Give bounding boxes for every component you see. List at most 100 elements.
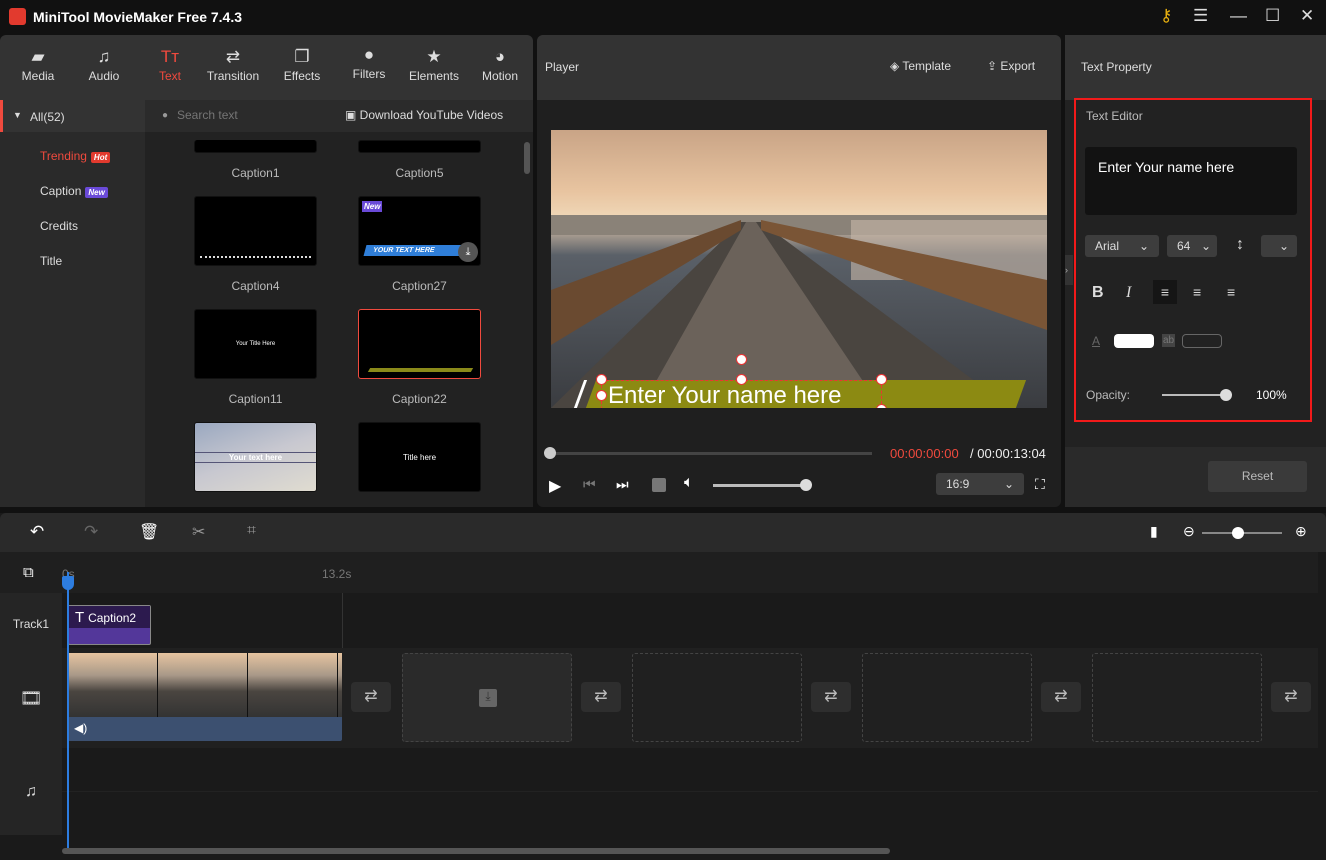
transition-slot-button[interactable]: ⇄ xyxy=(351,682,391,712)
text-color-swatch[interactable] xyxy=(1114,334,1154,348)
close-icon[interactable]: ✕ xyxy=(1300,6,1314,26)
align-left-button[interactable]: ≡ xyxy=(1153,280,1177,304)
play-icon[interactable]: ▶ xyxy=(549,476,561,496)
category-trending[interactable]: Trending Hot xyxy=(40,149,111,163)
drop-slot[interactable] xyxy=(862,653,1032,742)
video-clip[interactable]: ◀) xyxy=(68,653,342,741)
overlay-text[interactable]: Enter Your name here xyxy=(608,382,842,408)
zoom-in-icon[interactable]: ⊕ xyxy=(1295,523,1307,540)
zoom-out-icon[interactable]: ⊖ xyxy=(1183,523,1195,540)
template-thumb[interactable] xyxy=(358,140,481,153)
seek-bar[interactable] xyxy=(549,452,872,455)
fit-zoom-icon[interactable]: ▮ xyxy=(1150,523,1158,540)
maximize-icon[interactable]: ☐ xyxy=(1265,6,1280,26)
template-thumb[interactable]: Title here xyxy=(358,422,481,492)
add-track-icon[interactable]: ⧉ xyxy=(23,564,34,581)
opacity-slider[interactable] xyxy=(1162,394,1224,396)
app-logo xyxy=(9,8,26,25)
tab-effects[interactable]: ❐ Effects xyxy=(272,47,332,83)
tab-transition[interactable]: ⇄ Transition xyxy=(203,47,263,83)
clip-volume-icon[interactable]: ◀) xyxy=(74,721,87,735)
font-select[interactable]: Arial ⌄ xyxy=(1085,235,1159,257)
category-credits[interactable]: Credits xyxy=(40,219,78,233)
transition-slot-button[interactable]: ⇄ xyxy=(1271,682,1311,712)
clip-thumbnails xyxy=(68,653,342,717)
export-button[interactable]: ⇪ Export xyxy=(987,59,1035,73)
resize-handle[interactable] xyxy=(596,390,607,401)
playhead-handle[interactable] xyxy=(62,576,74,590)
category-title[interactable]: Title xyxy=(40,254,62,268)
search-icon: ● xyxy=(162,110,169,121)
key-icon[interactable]: ⚷ xyxy=(1160,6,1172,26)
volume-icon[interactable]: 🔈︎ xyxy=(684,474,694,492)
template-button[interactable]: ◈ Template xyxy=(890,59,951,73)
redo-icon[interactable]: ↷ xyxy=(84,522,98,542)
undo-icon[interactable]: ↶ xyxy=(30,522,44,542)
delete-icon[interactable]: 🗑︎ xyxy=(139,522,159,542)
caption-clip[interactable]: T Caption2 xyxy=(68,605,151,645)
tab-filters[interactable]: ● Filters xyxy=(339,45,399,81)
stop-icon[interactable] xyxy=(652,478,666,492)
seek-handle[interactable] xyxy=(544,447,556,459)
next-frame-icon[interactable]: ⏭ xyxy=(616,476,629,493)
tab-media[interactable]: ▰ Media xyxy=(8,47,68,83)
tab-motion[interactable]: ◕ Motion xyxy=(470,47,530,83)
transition-icon: ⇄ xyxy=(225,47,241,66)
chevron-down-icon: ⌄ xyxy=(1003,477,1014,491)
tab-elements[interactable]: ★ Elements xyxy=(404,47,464,83)
transition-slot-button[interactable]: ⇄ xyxy=(581,682,621,712)
minimize-icon[interactable]: — xyxy=(1230,6,1247,26)
crop-icon[interactable]: ⌗ xyxy=(247,522,256,540)
transition-slot-button[interactable]: ⇄ xyxy=(811,682,851,712)
opacity-handle[interactable] xyxy=(1220,389,1232,401)
drop-slot[interactable] xyxy=(1092,653,1262,742)
resize-handle[interactable] xyxy=(876,374,887,385)
transition-slot-button[interactable]: ⇄ xyxy=(1041,682,1081,712)
font-size-select[interactable]: 64 ⌄ xyxy=(1167,235,1217,257)
italic-button[interactable]: I xyxy=(1126,284,1131,302)
search-input[interactable] xyxy=(177,108,327,122)
scissors-icon[interactable]: ✂ xyxy=(192,522,205,542)
drop-slot[interactable]: ⤓ xyxy=(402,653,572,742)
playhead[interactable] xyxy=(67,572,69,848)
video-preview[interactable]: Enter Your name here xyxy=(551,130,1047,408)
bold-button[interactable]: B xyxy=(1092,284,1104,302)
text-input[interactable]: Enter Your name here xyxy=(1085,147,1297,215)
download-youtube-button[interactable]: ▣ Download YouTube Videos xyxy=(345,108,503,122)
download-icon[interactable]: ⤓ xyxy=(458,242,478,262)
fullscreen-icon[interactable]: ⛶ xyxy=(1035,476,1045,493)
volume-handle[interactable] xyxy=(800,479,812,491)
resize-handle[interactable] xyxy=(736,374,747,385)
effects-icon: ❐ xyxy=(294,47,310,66)
resize-handle[interactable] xyxy=(876,404,887,408)
rotate-handle[interactable] xyxy=(736,354,747,365)
text-icon: T xyxy=(75,609,89,626)
align-center-button[interactable]: ≡ xyxy=(1193,284,1201,300)
tab-audio[interactable]: ♫ Audio xyxy=(74,47,134,83)
previous-frame-icon[interactable]: ⏮ xyxy=(583,476,596,493)
template-thumb[interactable] xyxy=(194,196,317,266)
aspect-ratio-select[interactable]: 16:9 ⌄ xyxy=(936,473,1024,495)
timeline-scrollbar[interactable] xyxy=(62,848,890,854)
category-caption[interactable]: Caption New xyxy=(40,184,108,198)
line-spacing-select[interactable]: ⌄ xyxy=(1261,235,1297,257)
template-thumb[interactable]: Your text here xyxy=(194,422,317,492)
time-ruler[interactable]: ⧉ 0s 13.2s xyxy=(0,552,1318,593)
menu-icon[interactable]: ☰ xyxy=(1193,6,1208,26)
zoom-handle[interactable] xyxy=(1232,527,1244,539)
resize-handle[interactable] xyxy=(596,374,607,385)
volume-slider[interactable] xyxy=(713,484,805,487)
scrollbar[interactable] xyxy=(524,142,530,174)
drop-slot[interactable] xyxy=(632,653,802,742)
align-right-button[interactable]: ≡ xyxy=(1227,284,1235,300)
template-thumb[interactable]: Your Title Here xyxy=(194,309,317,379)
reset-button[interactable]: Reset xyxy=(1208,461,1307,492)
template-thumb[interactable]: New YOUR TEXT HERE ⤓ xyxy=(358,196,481,266)
background-color-swatch[interactable] xyxy=(1182,334,1222,348)
tab-text[interactable]: Tт Text xyxy=(140,47,200,83)
category-all[interactable]: ▼ All(52) xyxy=(0,100,145,132)
template-thumb-selected[interactable] xyxy=(358,309,481,379)
collapse-handle[interactable]: › xyxy=(1065,255,1073,285)
text-editor-section: Text Editor Enter Your name here Arial ⌄ … xyxy=(1074,98,1312,422)
template-thumb[interactable] xyxy=(194,140,317,153)
